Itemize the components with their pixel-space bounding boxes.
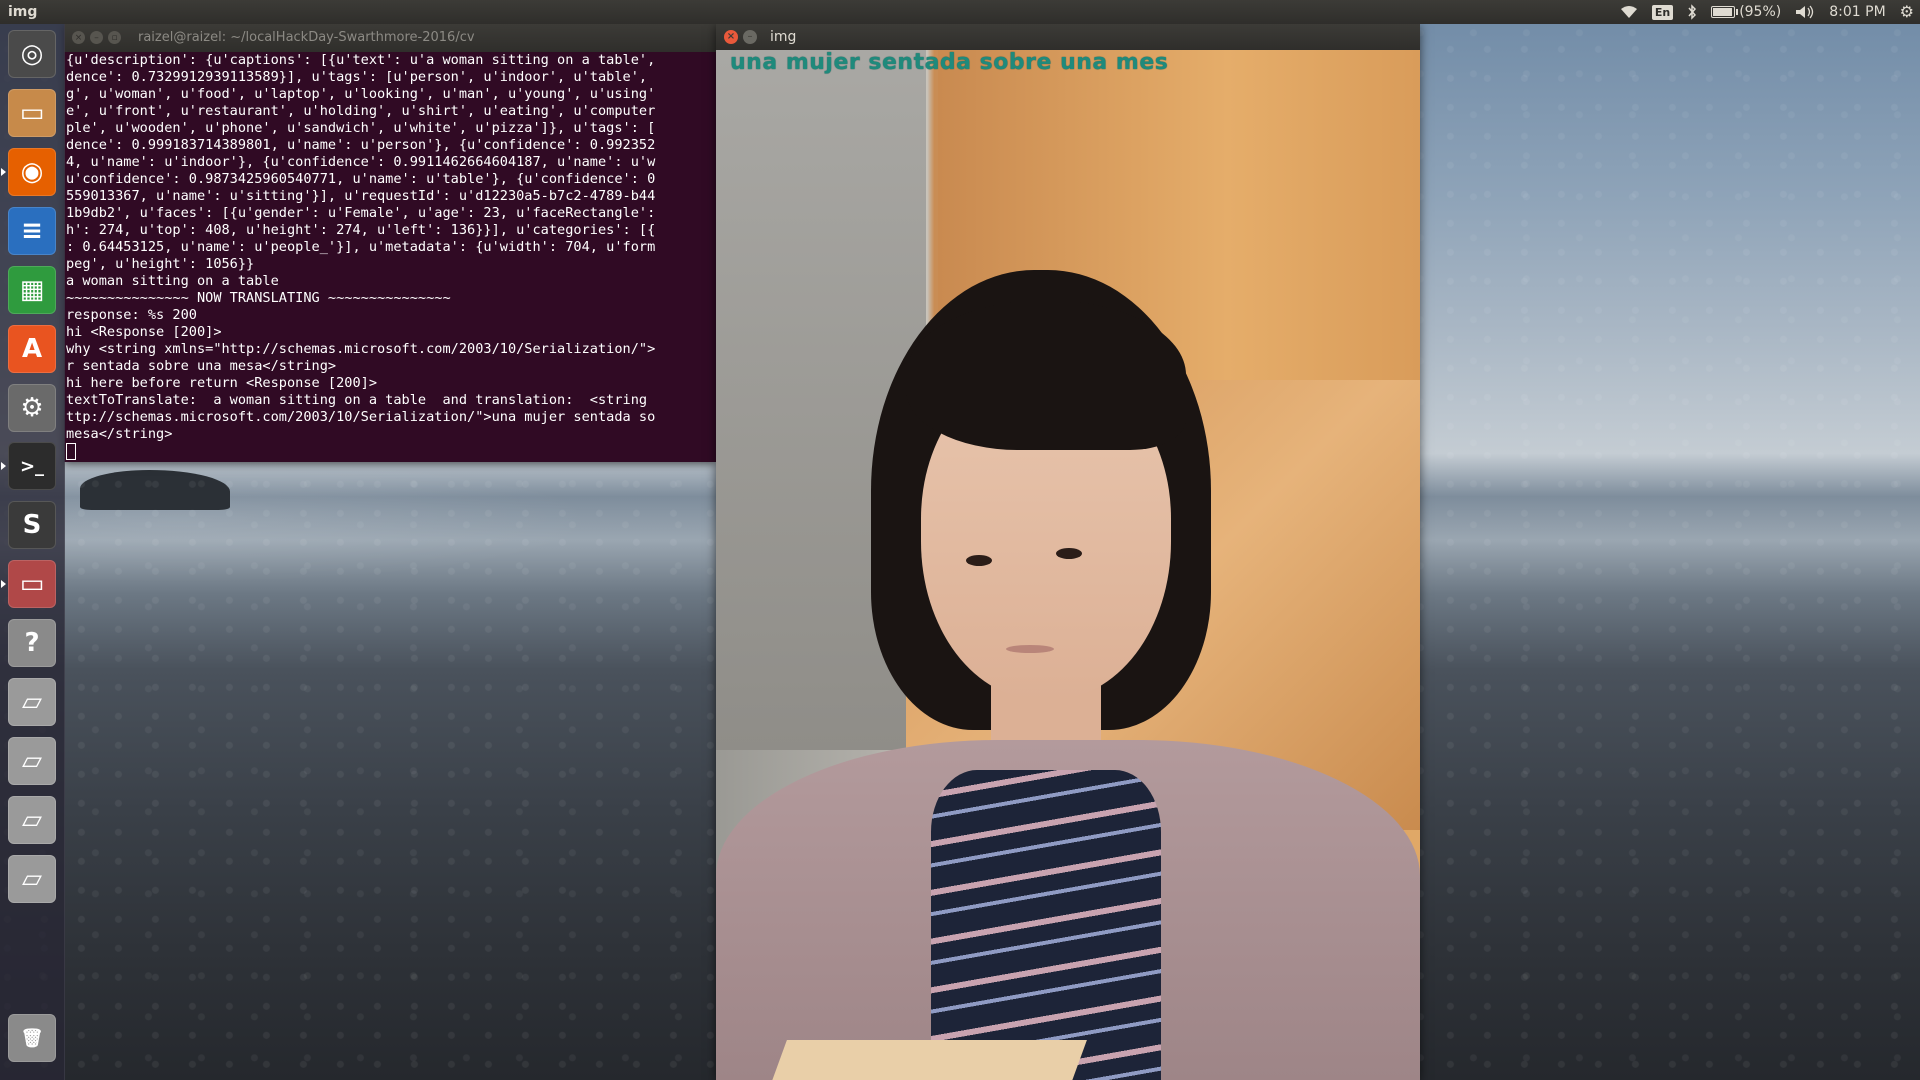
image-window-title: img bbox=[770, 29, 797, 45]
drive-icon-3[interactable]: ▱ bbox=[8, 796, 56, 844]
launcher: ◎ ▭ ◉ ≡ ▦ A ⚙ >_ S ▭? ▱ ▱ ▱ ▱ 🗑 bbox=[0, 24, 65, 1080]
terminal-title: raizel@raizel: ~/localHackDay-Swarthmore… bbox=[138, 30, 475, 45]
terminal-line: 4, u'name': u'indoor'}, {u'confidence': … bbox=[66, 154, 656, 170]
trash-icon[interactable]: 🗑 bbox=[8, 1014, 56, 1062]
image-window-titlebar[interactable]: × – img bbox=[716, 24, 1420, 50]
indicator-area: En (95%) 8:01 PM ⚙ bbox=[1620, 0, 1914, 24]
terminal-line: g', u'woman', u'food', u'laptop', u'look… bbox=[66, 86, 656, 102]
terminal-line: dence': 0.999183714389801, u'name': u'pe… bbox=[66, 137, 656, 153]
libreoffice-calc-icon[interactable]: ▦ bbox=[8, 266, 56, 314]
caption-overlay: una mujer sentada sobre una mes bbox=[730, 50, 1169, 75]
terminal-line: dence': 0.7329912939113589}], u'tags': [… bbox=[66, 69, 648, 85]
running-indicator bbox=[1, 580, 6, 588]
battery-percentage: (95%) bbox=[1739, 4, 1782, 20]
terminal-line: ttp://schemas.microsoft.com/2003/10/Seri… bbox=[66, 409, 656, 425]
photo-mouth bbox=[1006, 645, 1054, 653]
terminal-icon[interactable]: >_ bbox=[8, 442, 56, 490]
terminal-line: u'confidence': 0.9873425960540771, u'nam… bbox=[66, 171, 656, 187]
bluetooth-icon[interactable] bbox=[1687, 4, 1697, 20]
running-indicator bbox=[1, 168, 6, 176]
keyboard-layout-indicator[interactable]: En bbox=[1651, 4, 1674, 20]
sublime-text-icon[interactable]: S bbox=[8, 501, 56, 549]
photo-striped-shirt bbox=[931, 770, 1161, 1080]
files-icon[interactable]: ▭ bbox=[8, 89, 56, 137]
terminal-line: 1b9db2', u'faces': [{u'gender': u'Female… bbox=[66, 205, 656, 221]
clock[interactable]: 8:01 PM bbox=[1829, 0, 1885, 24]
terminal-line: ple', u'wooden', u'phone', u'sandwich', … bbox=[66, 120, 656, 136]
terminal-output[interactable]: {u'description': {u'captions': [{u'text'… bbox=[66, 52, 714, 460]
terminal-line: response: %s 200 bbox=[66, 307, 197, 323]
photo-left-eye bbox=[966, 555, 992, 566]
terminal-line: a woman sitting on a table bbox=[66, 273, 279, 289]
wallpaper-rock bbox=[80, 470, 230, 510]
terminal-line: : 0.64453125, u'name': u'people_'}], u'm… bbox=[66, 239, 656, 255]
firefox-icon[interactable]: ◉ bbox=[8, 148, 56, 196]
minimize-icon[interactable]: – bbox=[743, 30, 757, 44]
terminal-line: textToTranslate: a woman sitting on a ta… bbox=[66, 392, 648, 408]
terminal-titlebar[interactable]: × – ▫ raizel@raizel: ~/localHackDay-Swar… bbox=[64, 24, 716, 52]
active-app-title: img bbox=[8, 4, 38, 20]
terminal-cursor bbox=[66, 443, 76, 460]
terminal-line: mesa</string> bbox=[66, 426, 173, 442]
terminal-line: peg', u'height': 1056}} bbox=[66, 256, 255, 272]
wifi-icon[interactable] bbox=[1620, 5, 1638, 19]
image-window[interactable]: × – img una mujer sentada sobre una mes bbox=[716, 24, 1420, 1080]
terminal-line: ~~~~~~~~~~~~~~~ NOW TRANSLATING ~~~~~~~~… bbox=[66, 290, 451, 306]
battery-icon bbox=[1711, 6, 1739, 18]
libreoffice-writer-icon[interactable]: ≡ bbox=[8, 207, 56, 255]
close-icon[interactable]: × bbox=[724, 30, 738, 44]
terminal-line: 559013367, u'name': u'sitting'}], u'requ… bbox=[66, 188, 656, 204]
system-settings-icon[interactable]: ⚙ bbox=[8, 384, 56, 432]
settings-gear-icon[interactable]: ⚙ bbox=[1900, 0, 1914, 24]
running-indicator bbox=[1, 462, 6, 470]
photo-bangs bbox=[906, 300, 1186, 450]
drive-icon-1[interactable]: ▱ bbox=[8, 678, 56, 726]
drive-icon-4[interactable]: ▱ bbox=[8, 855, 56, 903]
ubuntu-dash-icon[interactable]: ◎ bbox=[8, 30, 56, 78]
close-icon[interactable]: × bbox=[72, 31, 85, 44]
terminal-window[interactable]: × – ▫ raizel@raizel: ~/localHackDay-Swar… bbox=[64, 24, 716, 462]
terminal-line: hi here before return <Response [200]> bbox=[66, 375, 377, 391]
terminal-line: r sentada sobre una mesa</string> bbox=[66, 358, 337, 374]
terminal-line: e', u'front', u'restaurant', u'holding',… bbox=[66, 103, 656, 119]
photo-right-eye bbox=[1056, 548, 1082, 559]
battery-indicator[interactable]: (95%) bbox=[1711, 0, 1781, 24]
minimize-icon[interactable]: – bbox=[90, 31, 103, 44]
help-icon[interactable]: ? bbox=[8, 619, 56, 667]
terminal-line: {u'description': {u'captions': [{u'text'… bbox=[66, 52, 656, 68]
drive-icon-2[interactable]: ▱ bbox=[8, 737, 56, 785]
photo-table-edge bbox=[765, 1040, 1087, 1080]
files-icon-2[interactable]: ▭ bbox=[8, 560, 56, 608]
ubuntu-software-icon[interactable]: A bbox=[8, 325, 56, 373]
terminal-line: hi <Response [200]> bbox=[66, 324, 222, 340]
top-panel: img En (95%) 8:01 PM ⚙ bbox=[0, 0, 1920, 24]
maximize-icon[interactable]: ▫ bbox=[108, 31, 121, 44]
terminal-prompt-line[interactable] bbox=[66, 443, 714, 460]
terminal-line: why <string xmlns="http://schemas.micros… bbox=[66, 341, 656, 357]
terminal-line: h': 274, u'top': 408, u'height': 274, u'… bbox=[66, 222, 656, 238]
volume-icon[interactable] bbox=[1795, 5, 1815, 19]
webcam-photo: una mujer sentada sobre una mes bbox=[716, 50, 1420, 1080]
